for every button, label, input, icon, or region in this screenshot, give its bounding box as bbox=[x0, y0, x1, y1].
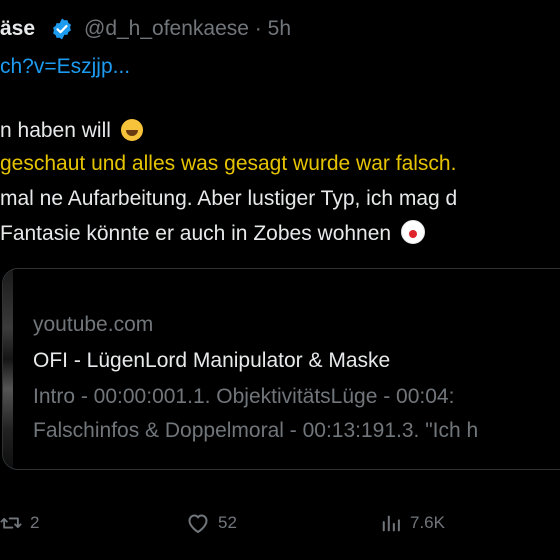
tweet-screen: äse @d_h_ofenkaese · 5h ch?v=Eszjjp... n… bbox=[0, 0, 560, 560]
link-preview-card[interactable]: youtube.com OFI - LügenLord Manipulator … bbox=[2, 268, 560, 470]
like-count: 52 bbox=[218, 513, 237, 532]
user-handle[interactable]: @d_h_ofenkaese bbox=[84, 17, 249, 40]
tweet-link[interactable]: ch?v=Eszjjp... bbox=[0, 54, 130, 80]
card-domain: youtube.com bbox=[33, 313, 154, 336]
retweet-button[interactable]: 2 bbox=[0, 508, 39, 538]
like-button[interactable]: 52 bbox=[186, 508, 237, 538]
retweet-icon bbox=[0, 517, 22, 529]
tweet-text-segment: Fantasie könnte er auch in Zobes wohnen bbox=[0, 222, 392, 245]
tweet-text-line: mal ne Aufarbeitung. Aber lustiger Typ, … bbox=[0, 187, 458, 210]
views-button[interactable]: 7.6K bbox=[380, 508, 445, 538]
views-bar-chart-icon bbox=[382, 515, 400, 532]
card-thumbnail bbox=[3, 269, 13, 469]
card-description-line: Intro - 00:00:001.1. ObjektivitätsLüge -… bbox=[33, 385, 455, 408]
tweet-text-line: n haben will bbox=[0, 118, 143, 144]
retweet-count: 2 bbox=[30, 513, 40, 532]
heart-icon bbox=[188, 514, 208, 533]
tweet-actions: 2 52 7.6K bbox=[0, 508, 560, 538]
tweet-text-segment: n haben will bbox=[0, 119, 111, 142]
clown-emoji-icon bbox=[400, 220, 425, 244]
card-description-line: Falschinfos & Doppelmoral - 00:13:191.3.… bbox=[33, 419, 479, 442]
tweet-text-line: geschaut und alles was gesagt wurde war … bbox=[0, 152, 457, 175]
handle-and-time[interactable]: @d_h_ofenkaese · 5h bbox=[84, 16, 291, 42]
card-title: OFI - LügenLord Manipulator & Maske bbox=[33, 349, 391, 372]
tweet-text-line: Fantasie könnte er auch in Zobes wohnen bbox=[0, 220, 425, 247]
post-time[interactable]: 5h bbox=[268, 17, 291, 40]
view-count: 7.6K bbox=[410, 513, 445, 532]
separator-dot: · bbox=[254, 17, 262, 40]
display-name[interactable]: äse bbox=[0, 16, 35, 42]
rolling-laughing-emoji-icon bbox=[120, 119, 143, 141]
verified-badge-icon bbox=[53, 18, 71, 40]
